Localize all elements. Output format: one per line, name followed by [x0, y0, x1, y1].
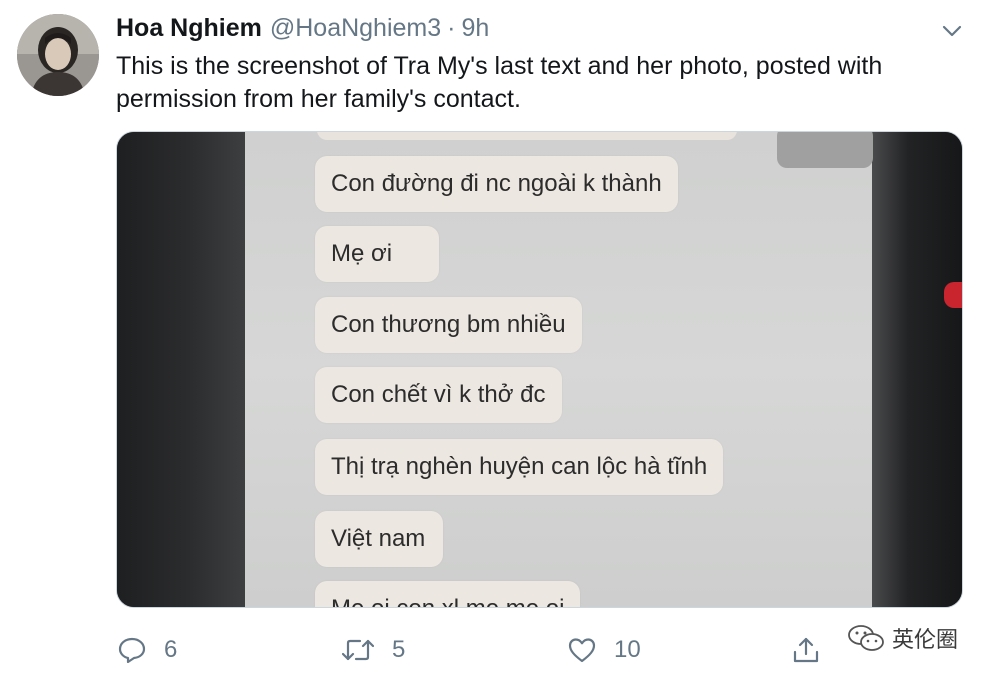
timestamp[interactable]: 9h — [461, 14, 489, 43]
avatar[interactable] — [17, 14, 99, 96]
retweet-count: 5 — [392, 636, 406, 663]
like-button[interactable]: 10 — [568, 628, 641, 672]
tweet-actions: 6 5 10 — [116, 628, 966, 672]
tweet-header: Hoa Nghiem @HoaNghiem3 · 9h — [116, 14, 489, 46]
retweet-icon — [342, 639, 374, 661]
share-icon — [793, 637, 819, 663]
watermark: 英伦圈 — [846, 618, 958, 658]
separator-dot: · — [447, 14, 456, 42]
message-bubble: Me oi con xl me me oi — [315, 581, 581, 607]
reply-button[interactable]: 6 — [118, 628, 177, 672]
phone-frame-right — [872, 132, 962, 607]
author-handle[interactable]: @HoaNghiem3 — [270, 14, 441, 43]
message-bubble: Con đường đi nc ngoài k thành — [315, 156, 678, 212]
reply-icon — [118, 637, 146, 663]
chevron-down-icon[interactable] — [942, 24, 962, 38]
wechat-icon — [848, 625, 884, 651]
cropped-bubble — [317, 132, 737, 140]
watermark-text: 英伦圈 — [892, 627, 959, 652]
tweet-text: This is the screenshot of Tra My's last … — [116, 52, 883, 113]
phone-frame-left — [117, 132, 247, 607]
reply-count: 6 — [164, 636, 178, 663]
share-button[interactable] — [792, 628, 838, 672]
heart-icon — [568, 638, 596, 663]
message-bubble: Con thương bm nhiều — [315, 297, 582, 353]
message-bubble: Con chết vì k thở đc — [315, 367, 562, 423]
like-count: 10 — [614, 636, 641, 663]
message-bubble: Mẹ ơi — [315, 226, 439, 282]
author-name[interactable]: Hoa Nghiem — [116, 14, 262, 43]
red-indicator — [944, 282, 962, 308]
retweet-button[interactable]: 5 — [342, 628, 405, 672]
message-bubble: Việt nam — [315, 511, 443, 567]
tweet: Hoa Nghiem @HoaNghiem3 · 9h This is the … — [0, 0, 996, 681]
thumbnail-corner — [777, 132, 873, 168]
tweet-media[interactable]: Con đường đi nc ngoài k thành Mẹ ơi Con … — [116, 131, 963, 608]
message-bubble: Thị trạ nghèn huyện can lộc hà tĩnh — [315, 439, 724, 495]
